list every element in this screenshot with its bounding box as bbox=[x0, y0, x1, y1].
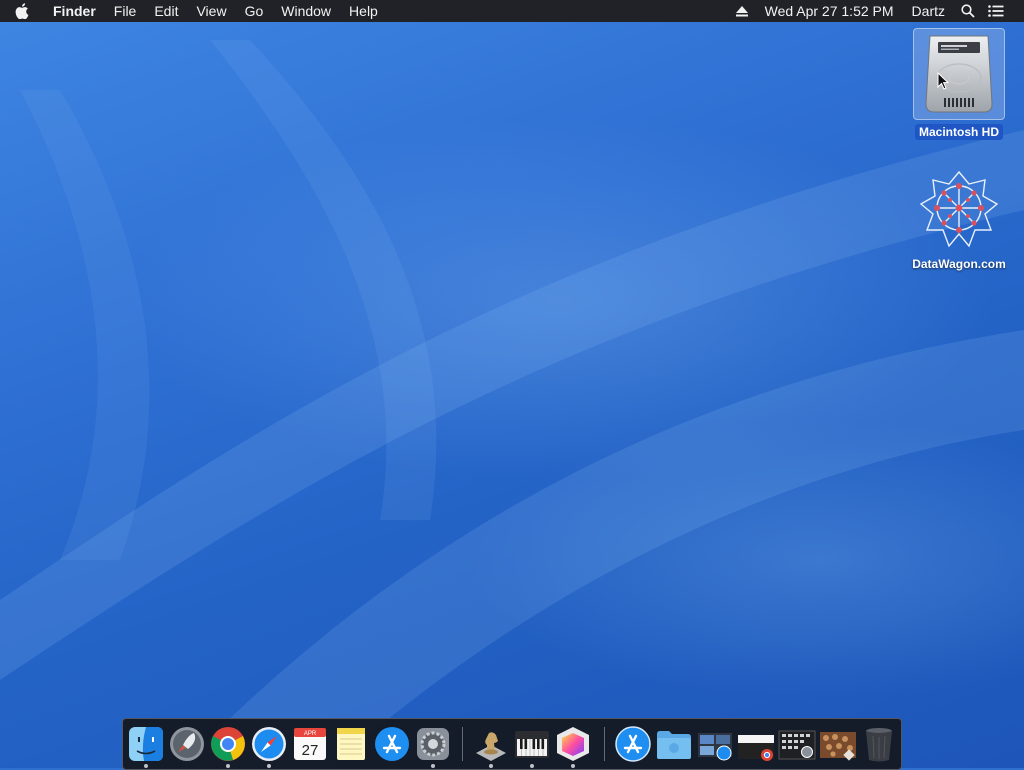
stack-chrome-icon bbox=[738, 735, 774, 761]
dock-finder[interactable] bbox=[127, 725, 165, 763]
user-menu[interactable]: Dartz bbox=[903, 0, 954, 22]
folder-icon bbox=[657, 731, 691, 759]
network-sphere-icon bbox=[914, 168, 1004, 252]
dock-downloads-stack[interactable] bbox=[737, 725, 775, 763]
dock-applications-folder[interactable] bbox=[614, 725, 652, 763]
menu-view[interactable]: View bbox=[187, 0, 235, 22]
dock-grapher[interactable] bbox=[554, 725, 592, 763]
dock-chrome[interactable] bbox=[209, 725, 247, 763]
dock-recent-stack[interactable] bbox=[696, 725, 734, 763]
dock-launchpad[interactable] bbox=[168, 725, 206, 763]
desktop-background bbox=[0, 0, 1024, 768]
menu-window[interactable]: Window bbox=[272, 0, 340, 22]
running-indicator bbox=[530, 764, 534, 768]
notes-icon bbox=[337, 728, 365, 760]
dock-safari[interactable] bbox=[250, 725, 288, 763]
notification-center-icon[interactable] bbox=[982, 5, 1010, 17]
dock-utilities-stack[interactable] bbox=[778, 725, 816, 763]
menu-go[interactable]: Go bbox=[236, 0, 273, 22]
stack-safari-icon bbox=[698, 733, 732, 761]
applications-folder-icon bbox=[615, 726, 651, 762]
svg-text:27: 27 bbox=[302, 742, 319, 759]
system-preferences-icon bbox=[417, 728, 449, 760]
dock-notes[interactable] bbox=[332, 725, 370, 763]
wallpaper-waves bbox=[0, 40, 1024, 768]
desktop-icon-label: Macintosh HD bbox=[914, 124, 1003, 140]
running-indicator bbox=[431, 764, 435, 768]
desktop-icon-datawagon[interactable]: DataWagon.com bbox=[902, 168, 1016, 272]
safari-icon bbox=[252, 727, 286, 761]
svg-text:APR: APR bbox=[304, 731, 317, 737]
dock-pictures-stack[interactable] bbox=[819, 725, 857, 763]
dock-trash[interactable] bbox=[860, 725, 898, 763]
menu-bar: Finder File Edit View Go Window Help Wed… bbox=[0, 0, 1024, 22]
dock-documents-folder[interactable] bbox=[655, 725, 693, 763]
stack-pictures-icon bbox=[820, 732, 856, 761]
dock-app-store[interactable] bbox=[373, 725, 411, 763]
dock-system-preferences[interactable] bbox=[414, 725, 452, 763]
running-indicator bbox=[571, 764, 575, 768]
running-indicator bbox=[144, 764, 148, 768]
dock-chess[interactable] bbox=[472, 725, 510, 763]
spotlight-search-icon[interactable] bbox=[954, 4, 982, 18]
launchpad-icon bbox=[170, 727, 204, 761]
mouse-cursor-icon bbox=[937, 71, 950, 95]
menu-app-finder[interactable]: Finder bbox=[44, 0, 105, 22]
dock-calendar[interactable]: APR 27 bbox=[291, 725, 329, 763]
menu-file[interactable]: File bbox=[105, 0, 146, 22]
finder-icon bbox=[129, 727, 163, 761]
desktop-icon-label: DataWagon.com bbox=[912, 257, 1006, 271]
dock: APR 27 bbox=[122, 718, 902, 770]
menu-help[interactable]: Help bbox=[340, 0, 387, 22]
app-store-icon bbox=[375, 727, 409, 761]
grapher-icon bbox=[557, 727, 589, 761]
eject-icon[interactable] bbox=[728, 5, 756, 17]
dock-piano[interactable] bbox=[513, 725, 551, 763]
dock-separator bbox=[604, 727, 605, 761]
piano-icon bbox=[515, 731, 549, 758]
hard-drive-icon bbox=[913, 28, 1005, 120]
desktop-icon-macintosh-hd[interactable]: Macintosh HD bbox=[909, 28, 1009, 140]
stack-utilities-icon bbox=[778, 730, 816, 760]
apple-icon[interactable] bbox=[0, 3, 44, 19]
trash-icon bbox=[866, 728, 892, 762]
chess-icon bbox=[476, 732, 506, 761]
running-indicator bbox=[226, 764, 230, 768]
running-indicator bbox=[267, 764, 271, 768]
running-indicator bbox=[489, 764, 493, 768]
menu-edit[interactable]: Edit bbox=[145, 0, 187, 22]
dock-separator bbox=[462, 727, 463, 761]
clock[interactable]: Wed Apr 27 1:52 PM bbox=[756, 0, 903, 22]
calendar-icon: APR 27 bbox=[294, 728, 326, 760]
chrome-icon bbox=[211, 727, 245, 761]
